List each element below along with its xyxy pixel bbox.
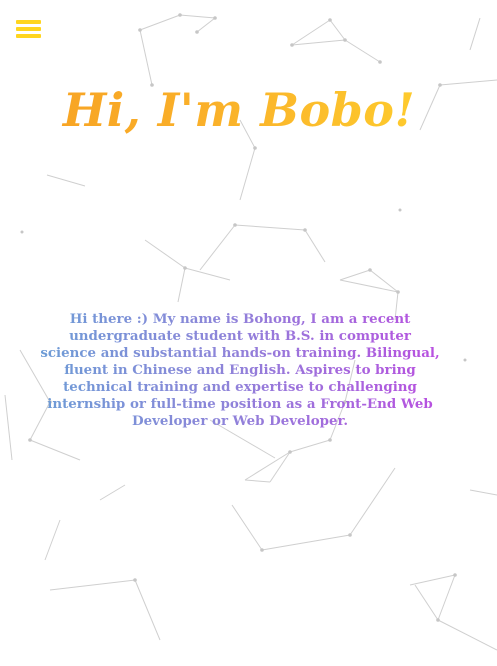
menu-bar-middle — [16, 27, 41, 31]
menu-bar-top — [16, 20, 41, 24]
hamburger-menu-button[interactable] — [16, 20, 41, 42]
hero-title: Hi, I'm Bobo! — [0, 80, 478, 140]
hamburger-menu-icon — [16, 20, 41, 38]
intro-paragraph: Hi there :) My name is Bohong, I am a re… — [40, 311, 440, 429]
menu-bar-bottom — [16, 34, 41, 38]
